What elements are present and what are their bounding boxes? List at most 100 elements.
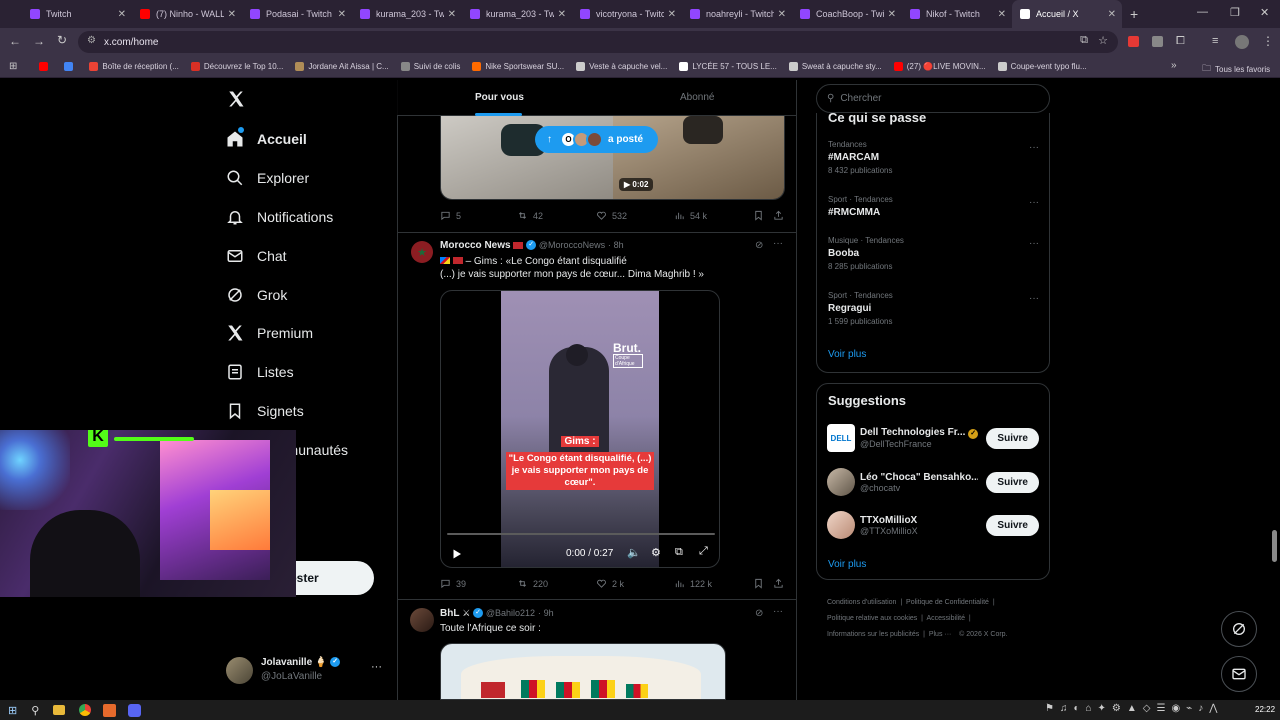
close-tab-icon[interactable]: ✕	[668, 9, 676, 20]
like-button[interactable]: 2 k	[596, 578, 624, 589]
browser-tab[interactable]: noahreyli - Twitch ✕	[682, 0, 792, 28]
bookmark-item[interactable]: Veste à capuche vel...	[576, 62, 667, 71]
grok-icon[interactable]: ⊘	[755, 608, 763, 619]
video-progress-bar[interactable]	[447, 533, 715, 535]
nav-bookmarks[interactable]: Signets	[226, 402, 304, 420]
bookmark-item[interactable]: Nike Sportswear SU...	[472, 62, 564, 71]
site-info-icon[interactable]: ⚙	[87, 35, 96, 46]
repost-button[interactable]: 220	[517, 578, 548, 589]
footer-link[interactable]: Informations sur les publicités	[827, 631, 919, 638]
close-tab-icon[interactable]: ✕	[338, 9, 346, 20]
more-options-icon[interactable]: ···	[1029, 293, 1039, 304]
grok-icon[interactable]: ⊘	[755, 240, 763, 251]
browser-tab[interactable]: kurama_203 - Twi ✕	[462, 0, 572, 28]
windows-start-icon[interactable]: ⊞	[8, 704, 17, 717]
close-tab-icon[interactable]: ✕	[118, 9, 126, 20]
all-bookmarks[interactable]: 🗀 Tous les favoris	[1202, 61, 1270, 77]
close-tab-icon[interactable]: ✕	[448, 9, 456, 20]
new-posts-pill[interactable]: ↑ O a posté	[535, 126, 658, 153]
nav-explore[interactable]: Explorer	[226, 169, 309, 187]
footer-link[interactable]: Conditions d'utilisation	[827, 599, 896, 606]
bookmark-button[interactable]	[753, 210, 769, 221]
fullscreen-icon[interactable]: ⤢	[699, 545, 708, 558]
suggestion-item[interactable]: DELL Dell Technologies Fr... ✓ @DellTech…	[827, 424, 1039, 452]
more-options-icon[interactable]: ···	[1029, 142, 1039, 153]
puzzle-icon[interactable]: ⧠	[1176, 35, 1185, 48]
bookmark-item[interactable]: LYCÉE 57 - TOUS LE...	[679, 62, 777, 71]
close-tab-icon[interactable]: ✕	[888, 9, 896, 20]
follow-button[interactable]: Suivre	[986, 471, 1039, 493]
trend-item[interactable]: Sport · Tendances #RMCMMA	[828, 195, 1038, 218]
url-bar[interactable]: ⚙ x.com/home ⧉ ☆	[78, 31, 1118, 53]
search-input[interactable]: ⚲ Chercher	[816, 84, 1050, 113]
minimize-icon[interactable]: —	[1197, 6, 1208, 18]
tab-following[interactable]: Abonné	[680, 92, 714, 103]
more-options-icon[interactable]: ···	[1029, 238, 1039, 249]
post-time[interactable]: 9h	[544, 608, 554, 618]
browser-tab[interactable]: Podasai - Twitch ✕	[242, 0, 352, 28]
post-image-map[interactable]	[440, 643, 726, 700]
share-button[interactable]	[773, 210, 789, 221]
more-options-icon[interactable]: ···	[773, 606, 783, 617]
close-window-icon[interactable]: ✕	[1260, 6, 1269, 19]
x-logo-icon[interactable]	[227, 90, 245, 108]
footer-link[interactable]: Politique de Confidentialité	[906, 599, 989, 606]
restore-icon[interactable]: ❐	[1230, 6, 1240, 19]
close-tab-icon[interactable]: ✕	[778, 9, 786, 20]
views-button[interactable]: 122 k	[674, 578, 712, 589]
follow-button[interactable]: Suivre	[986, 427, 1039, 449]
author-name[interactable]: Morocco News	[440, 240, 511, 251]
nav-lists[interactable]: Listes	[226, 363, 294, 381]
bookmark-item[interactable]: Jordane Ait Aissa | C...	[295, 62, 389, 71]
suggestion-item[interactable]: TTXoMillioX @TTXoMillioX Suivre	[827, 511, 1039, 539]
video-player[interactable]: Brut. Coupe d'Afrique Gims : "Le Congo é…	[440, 290, 720, 568]
post-time[interactable]: 8h	[614, 240, 624, 250]
close-tab-icon[interactable]: ✕	[1108, 9, 1116, 20]
reload-icon[interactable]: ↻	[57, 33, 67, 47]
install-icon[interactable]: ⧉	[1080, 34, 1088, 47]
footer-link[interactable]: Politique relative aux cookies	[827, 615, 917, 622]
bookmark-item[interactable]: (27) 🔴LIVE MOVIN...	[893, 62, 986, 71]
nav-premium[interactable]: Premium	[226, 324, 313, 342]
system-tray-icons[interactable]: ⚑♫◐⌂✦⚙▲◇☰◉⌁♪⋀	[1045, 703, 1223, 714]
browser-tab[interactable]: Accueil / X ✕	[1012, 0, 1122, 28]
bookmark-item[interactable]	[64, 62, 77, 71]
nav-home[interactable]: Accueil	[226, 127, 307, 148]
like-button[interactable]: 532	[596, 210, 627, 221]
extension-icon[interactable]	[1128, 36, 1139, 47]
bookmark-item[interactable]: Coupe-vent typo flu...	[997, 62, 1087, 71]
bookmark-item[interactable]	[39, 62, 52, 71]
show-more-link[interactable]: Voir plus	[828, 559, 866, 570]
volume-icon[interactable]: 🔈	[627, 546, 641, 559]
author-name[interactable]: BhL	[440, 608, 459, 619]
file-explorer-icon[interactable]	[53, 705, 66, 715]
more-bookmarks-icon[interactable]: »	[1171, 60, 1177, 71]
trend-item[interactable]: Tendances #MARCAM 8 432 publications	[828, 140, 1038, 175]
chrome-icon[interactable]	[79, 704, 92, 716]
back-icon[interactable]: ←	[9, 34, 21, 48]
browser-tab[interactable]: vicotryona - Twitc ✕	[572, 0, 682, 28]
browser-tab[interactable]: Twitch ✕	[22, 0, 132, 28]
views-button[interactable]: 54 k	[674, 210, 707, 221]
browser-tab[interactable]: CoachBoop - Twit ✕	[792, 0, 902, 28]
tab-for-you[interactable]: Pour vous	[475, 92, 524, 103]
footer-link[interactable]: Plus ···	[929, 631, 952, 638]
bookmark-item[interactable]: Boîte de réception (...	[89, 62, 179, 71]
close-tab-icon[interactable]: ✕	[558, 9, 566, 20]
nav-chat[interactable]: Chat	[226, 247, 287, 265]
new-tab-button[interactable]: +	[1130, 6, 1138, 22]
bookmark-item[interactable]: Découvrez le Top 10...	[190, 62, 283, 71]
play-icon[interactable]	[451, 547, 463, 559]
settings-icon[interactable]: ⚙	[651, 546, 661, 559]
app-icon[interactable]	[103, 703, 117, 717]
more-options-icon[interactable]: ···	[371, 661, 382, 673]
clock[interactable]: 22:22	[1255, 705, 1275, 714]
avatar[interactable]	[410, 608, 434, 632]
browser-tab[interactable]: (7) Ninho - WALL ✕	[132, 0, 242, 28]
menu-icon[interactable]: ⋮	[1262, 34, 1274, 48]
share-button[interactable]	[773, 578, 789, 589]
star-icon[interactable]: ☆	[1098, 34, 1108, 47]
picture-in-picture-icon[interactable]: ⧉	[675, 546, 683, 559]
nav-grok[interactable]: Grok	[226, 286, 287, 304]
footer-link[interactable]: Accessibilité	[927, 615, 966, 622]
